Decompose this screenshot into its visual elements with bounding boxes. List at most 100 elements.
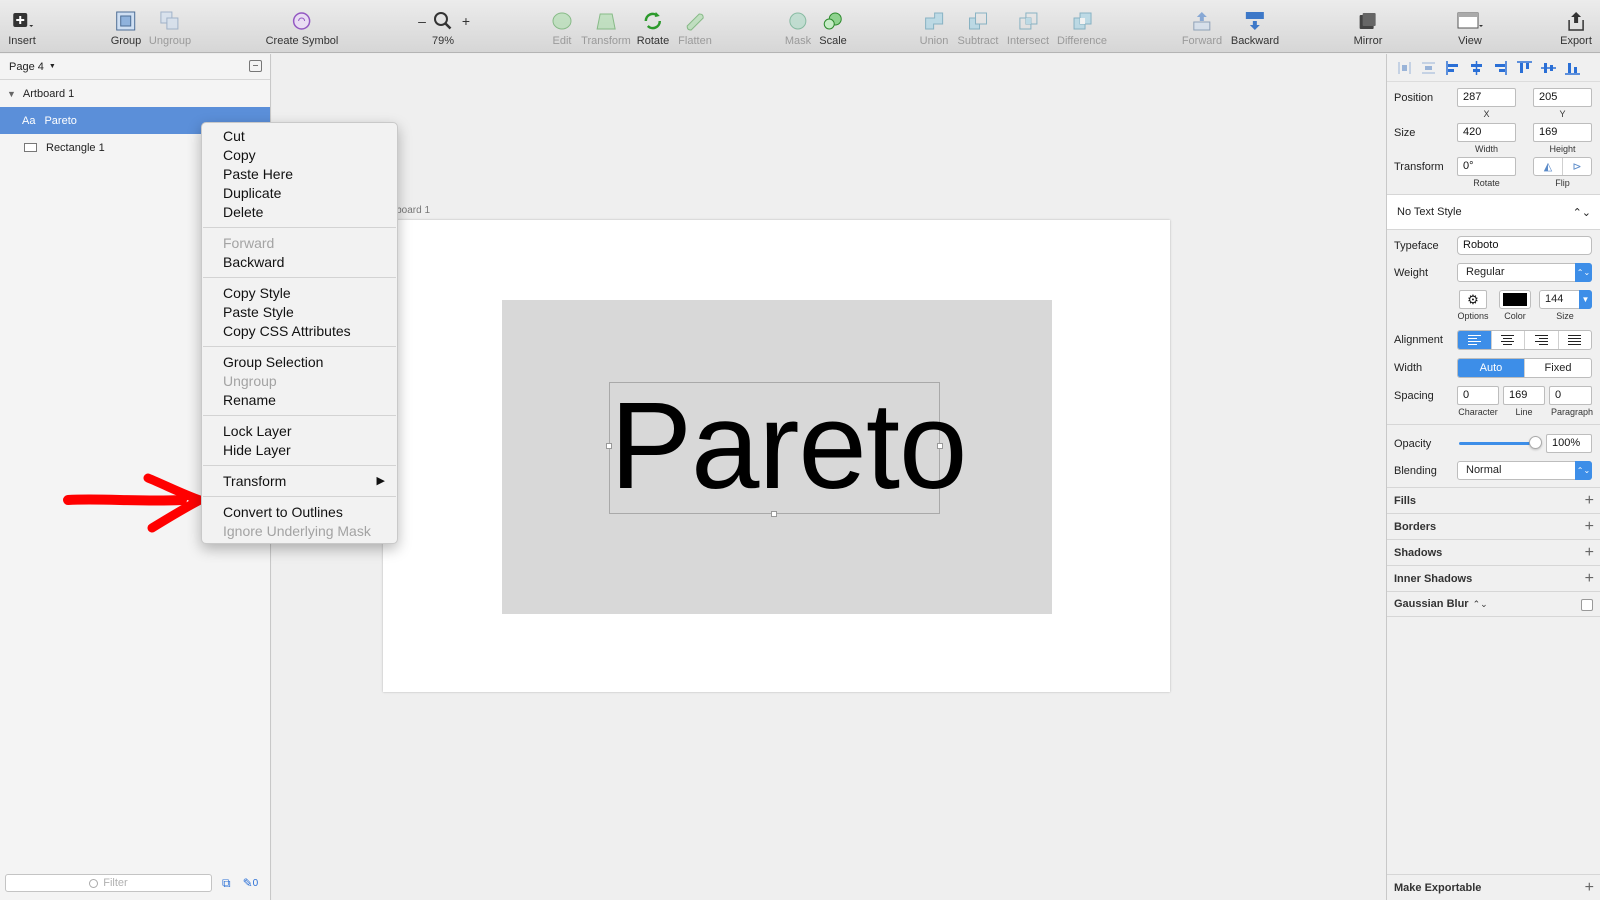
backward-button[interactable]: Backward (1231, 0, 1279, 53)
width-field[interactable]: 420 (1457, 123, 1516, 142)
gaussian-blur-section[interactable]: Gaussian Blur ⌃⌄ (1387, 591, 1600, 617)
rotate-button[interactable]: Rotate (637, 0, 669, 53)
inner-shadows-section[interactable]: Inner Shadows + (1387, 565, 1600, 591)
menu-group-selection[interactable]: Group Selection (202, 353, 397, 372)
gaussian-blur-checkbox[interactable] (1581, 599, 1593, 611)
menu-cut[interactable]: Cut (202, 127, 397, 146)
text-color-well[interactable] (1499, 290, 1531, 309)
shadows-section[interactable]: Shadows + (1387, 539, 1600, 565)
resize-handle-bottom[interactable] (771, 511, 777, 517)
x-caption: X (1483, 109, 1490, 119)
layer-artboard[interactable]: ▼ Artboard 1 (0, 80, 270, 107)
filter-input[interactable]: Filter (5, 874, 212, 892)
menu-copy-css[interactable]: Copy CSS Attributes (202, 322, 397, 341)
union-button[interactable]: Union (920, 0, 948, 53)
typeface-field[interactable]: Roboto (1457, 236, 1592, 255)
collapse-icon[interactable] (249, 60, 262, 72)
text-align-center-button[interactable] (1492, 331, 1525, 349)
menu-rename[interactable]: Rename (202, 391, 397, 410)
align-bottom-icon[interactable] (1565, 61, 1580, 75)
align-left-icon[interactable] (1445, 60, 1460, 75)
opacity-field[interactable]: 100% (1546, 434, 1592, 453)
subtract-button[interactable]: Subtract (958, 0, 998, 53)
add-export-icon[interactable]: + (1585, 879, 1594, 897)
text-object[interactable]: Pareto (606, 381, 967, 517)
menu-lock-layer[interactable]: Lock Layer (202, 422, 397, 441)
menu-duplicate[interactable]: Duplicate (202, 184, 397, 203)
menu-transform[interactable]: Transform ▶ (202, 472, 397, 491)
align-right-icon[interactable] (1493, 60, 1508, 75)
opacity-slider-track[interactable] (1459, 442, 1537, 445)
align-middle-vertical-icon[interactable] (1541, 61, 1556, 75)
width-fixed-button[interactable]: Fixed (1525, 359, 1591, 377)
flip-horizontal-button[interactable]: ◭ (1534, 158, 1563, 175)
menu-copy-style[interactable]: Copy Style (202, 284, 397, 303)
line-spacing-field[interactable]: 169 (1503, 386, 1545, 405)
distribute-horizontal-icon[interactable] (1397, 61, 1412, 75)
menu-delete[interactable]: Delete (202, 203, 397, 222)
text-align-right-button[interactable] (1525, 331, 1559, 349)
text-options-button[interactable]: ⚙ (1459, 290, 1487, 309)
mirror-button[interactable]: Mirror (1354, 0, 1382, 53)
align-center-horizontal-icon[interactable] (1469, 60, 1484, 75)
difference-button[interactable]: Difference (1057, 0, 1107, 53)
position-x-field[interactable]: 287 (1457, 88, 1516, 107)
text-align-justify-button[interactable] (1559, 331, 1592, 349)
page-caret-icon: ▼ (48, 63, 56, 70)
flatten-button[interactable]: Flatten (678, 0, 712, 53)
zoom-control[interactable]: 79% (432, 0, 454, 53)
add-border-icon[interactable]: + (1585, 518, 1594, 536)
align-top-icon[interactable] (1517, 60, 1532, 75)
transform-button[interactable]: Transform (581, 0, 631, 53)
add-fill-icon[interactable]: + (1585, 492, 1594, 510)
blending-select[interactable]: Normal ⌃⌄ (1457, 461, 1592, 480)
menu-paste-style[interactable]: Paste Style (202, 303, 397, 322)
create-symbol-button[interactable]: Create Symbol (266, 0, 338, 53)
resize-handle-left[interactable] (606, 443, 612, 449)
distribute-vertical-icon[interactable] (1421, 61, 1436, 75)
menu-hide-layer[interactable]: Hide Layer (202, 441, 397, 460)
disclosure-triangle-icon[interactable]: ▼ (7, 89, 16, 99)
font-size-field[interactable]: 144 ▼ (1539, 290, 1592, 309)
add-shadow-icon[interactable]: + (1585, 544, 1594, 562)
flip-vertical-button[interactable]: ⊳ (1563, 158, 1591, 175)
mask-button[interactable]: Mask (785, 0, 811, 53)
borders-section[interactable]: Borders + (1387, 513, 1600, 539)
weight-label: Weight (1394, 267, 1429, 279)
opacity-slider-thumb[interactable] (1529, 436, 1542, 449)
menu-backward[interactable]: Backward (202, 253, 397, 272)
flip-control: ◭ ⊳ (1533, 157, 1592, 176)
forward-button[interactable]: Forward (1182, 0, 1222, 53)
color-caption: Color (1504, 311, 1526, 321)
intersect-button[interactable]: Intersect (1007, 0, 1049, 53)
text-align-left-button[interactable] (1458, 331, 1492, 349)
add-inner-shadow-icon[interactable]: + (1585, 570, 1594, 588)
position-y-field[interactable]: 205 (1533, 88, 1592, 107)
rotate-field[interactable]: 0° (1457, 157, 1516, 176)
character-spacing-field[interactable]: 0 (1457, 386, 1499, 405)
inner-shadows-label: Inner Shadows (1394, 572, 1473, 585)
resize-handle-right[interactable] (937, 443, 943, 449)
fills-section[interactable]: Fills + (1387, 487, 1600, 513)
page-selector[interactable]: Page 4 ▼ (0, 54, 270, 80)
width-auto-button[interactable]: Auto (1458, 359, 1525, 377)
paragraph-spacing-field[interactable]: 0 (1549, 386, 1592, 405)
make-exportable-section[interactable]: Make Exportable + (1387, 874, 1600, 900)
ungroup-button[interactable]: Ungroup (149, 0, 191, 53)
menu-convert-to-outlines[interactable]: Convert to Outlines (202, 503, 397, 522)
zoom-in-button[interactable]: + (462, 0, 470, 53)
view-button[interactable]: View (1456, 0, 1484, 53)
zoom-out-button[interactable]: – (418, 0, 426, 53)
copy-layers-icon[interactable]: ⧉ (222, 876, 231, 891)
menu-paste-here[interactable]: Paste Here (202, 165, 397, 184)
export-button[interactable]: Export (1560, 0, 1592, 53)
menu-copy[interactable]: Copy (202, 146, 397, 165)
scale-button[interactable]: Scale (819, 0, 847, 53)
weight-select[interactable]: Regular ⌃⌄ (1457, 263, 1592, 282)
group-button[interactable]: Group (111, 0, 141, 53)
slice-pen-icon[interactable]: ✎ (243, 876, 253, 890)
height-field[interactable]: 169 (1533, 123, 1592, 142)
insert-button[interactable]: Insert (8, 0, 36, 53)
edit-button[interactable]: Edit (551, 0, 573, 53)
text-style-selector[interactable]: No Text Style ⌃⌄ (1387, 194, 1600, 230)
